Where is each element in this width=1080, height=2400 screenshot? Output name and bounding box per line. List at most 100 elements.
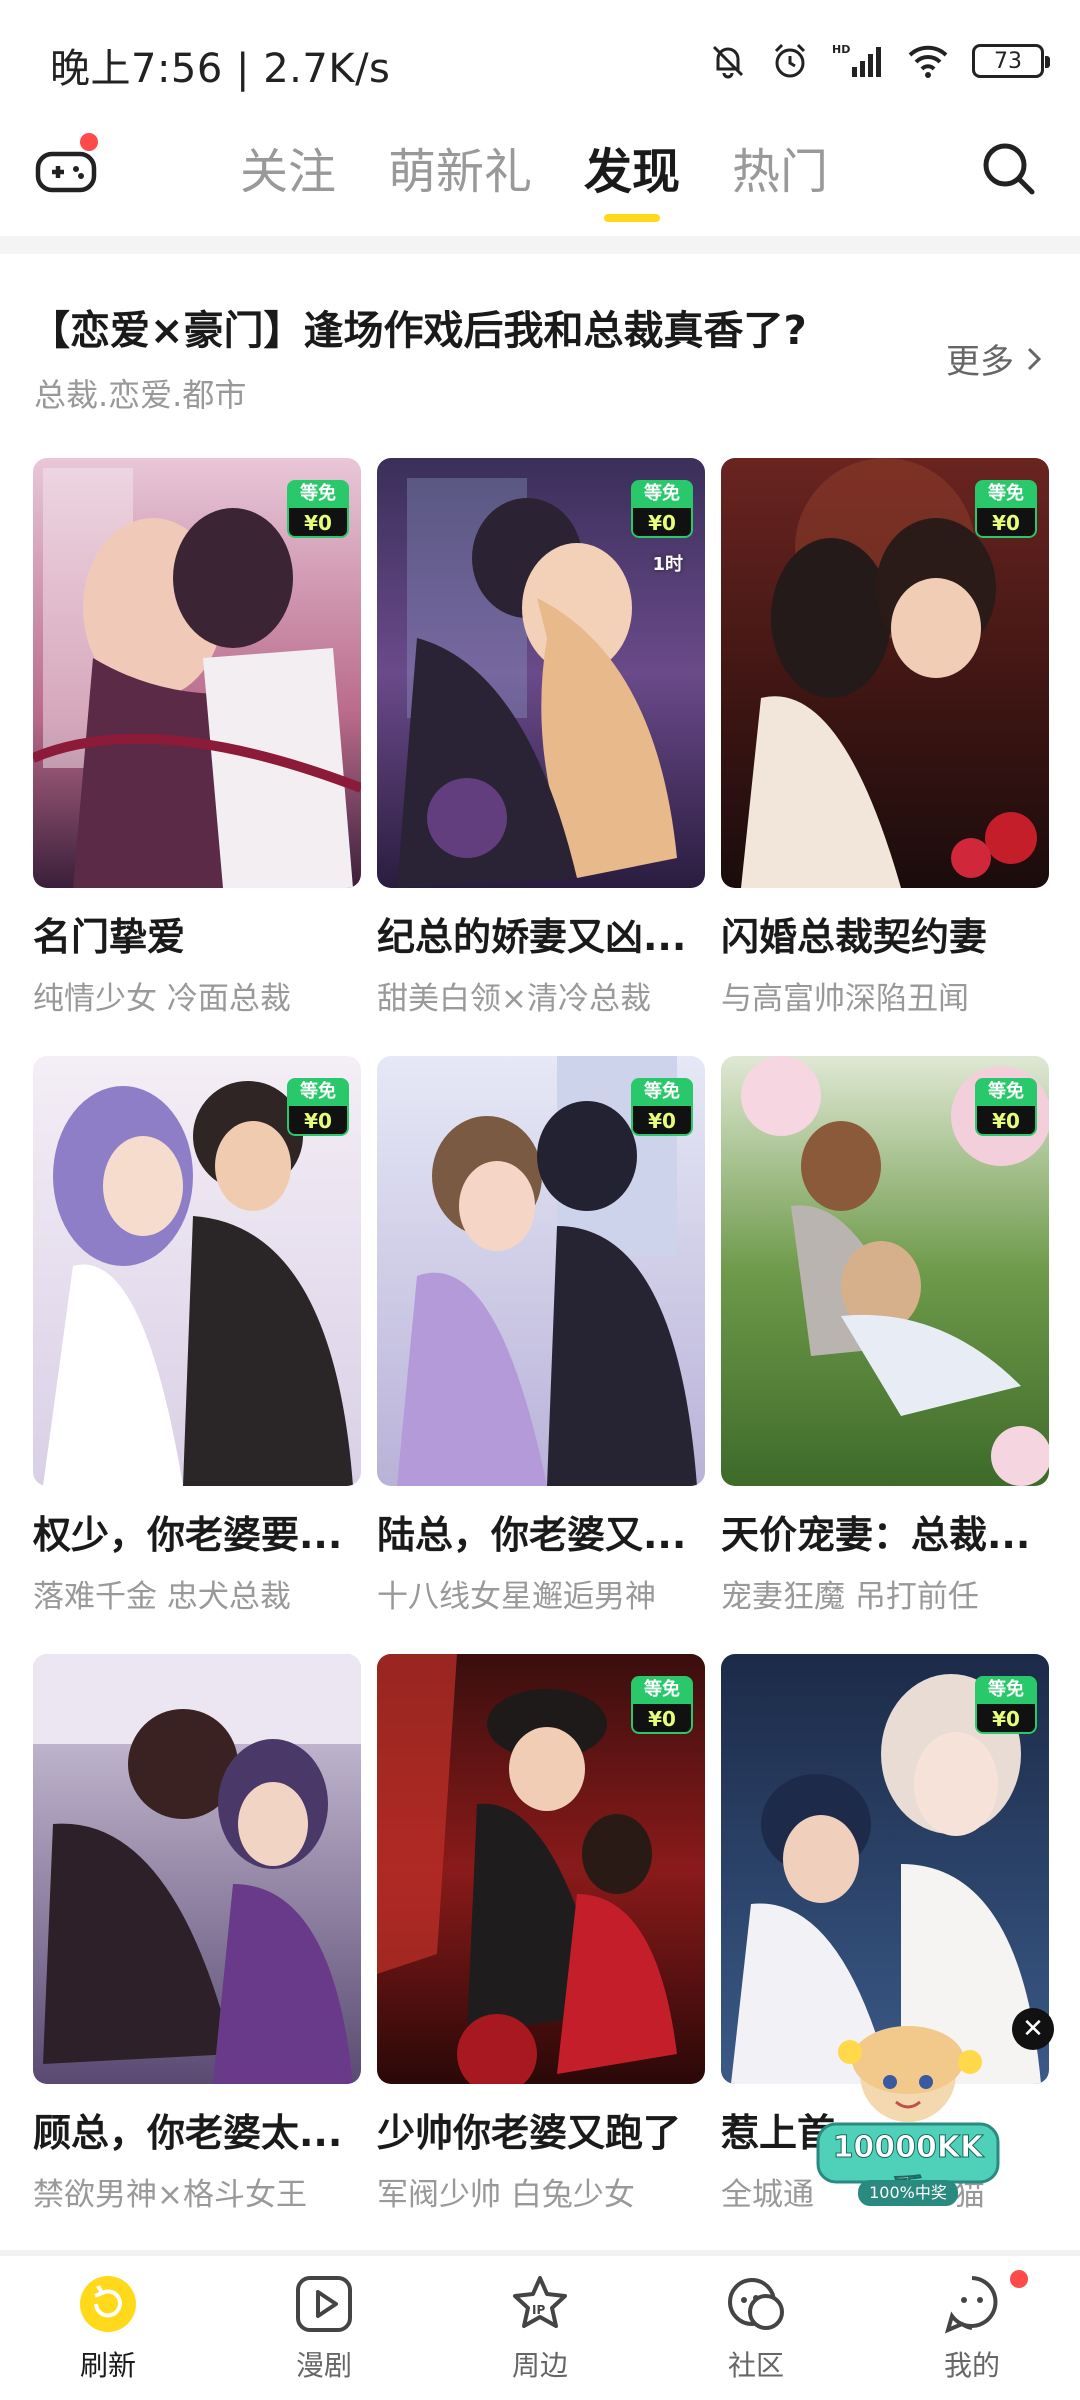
divider	[0, 236, 1080, 254]
section-title: 【恋爱×豪门】逢场作戏后我和总裁真香了?	[30, 308, 807, 354]
free-wait-badge: 等免 ¥0	[975, 480, 1037, 538]
comic-tags: 军阀少帅 白兔少女	[377, 2177, 635, 2213]
tab-follow[interactable]: 关注	[240, 132, 336, 212]
comic-cover: 等免 ¥0	[33, 1056, 361, 1486]
comic-card[interactable]: 等免 ¥0 天价宠妻：总裁... 宠妻狂魔 吊打前任	[721, 1056, 1049, 1654]
more-label: 更多	[946, 342, 1014, 382]
free-wait-badge: 等免 ¥0	[631, 480, 693, 538]
alarm-icon	[774, 43, 806, 78]
promo-floating-widget[interactable]: 10000KK币 100%中奖	[810, 2012, 1006, 2212]
comic-title: 陆总，你老婆又...	[377, 1513, 687, 1557]
comic-card[interactable]: 顾总，你老婆太... 禁欲男神×格斗女王	[33, 1654, 361, 2252]
comic-cover: 等免 ¥0	[33, 458, 361, 888]
nav-label: 周边	[511, 2349, 568, 2382]
comic-tags: 甜美白领×清冷总裁	[377, 981, 651, 1017]
nav-merch[interactable]: IP 周边	[432, 2256, 648, 2400]
comic-card[interactable]: 等免 ¥0 权少，你老婆要... 落难千金 忠犬总裁	[33, 1056, 361, 1654]
active-tab-indicator	[604, 214, 661, 222]
battery-indicator: 73	[972, 44, 1050, 78]
badge-price: ¥0	[975, 1106, 1037, 1136]
status-icons: HD 73	[708, 36, 1050, 86]
comic-title: 名门挚爱	[33, 915, 186, 959]
mute-bell-icon	[712, 45, 744, 79]
tab-label: 萌新礼	[388, 144, 533, 200]
comic-title: 顾总，你老婆太...	[33, 2111, 343, 2155]
comic-card[interactable]: 等免 ¥0 闪婚总裁契约妻 与高富帅深陷丑闻	[721, 458, 1049, 1056]
promo-subtext: 100%中奖	[858, 2180, 958, 2206]
chevron-right-icon	[1027, 347, 1042, 370]
svg-text:HD: HD	[832, 43, 850, 56]
comic-tags: 与高富帅深陷丑闻	[721, 981, 969, 1017]
close-promo-button[interactable]: ✕	[1012, 2008, 1054, 2050]
search-icon[interactable]	[976, 136, 1040, 200]
comic-tags: 十八线女星邂逅男神	[377, 1579, 656, 1615]
free-wait-badge: 等免 ¥0	[975, 1676, 1037, 1734]
top-tabs: 关注 萌新礼 发现 热门	[240, 132, 828, 222]
tab-newbie-gift[interactable]: 萌新礼	[388, 132, 532, 212]
tab-hot[interactable]: 热门	[732, 132, 828, 212]
badge-label: 等免	[631, 1676, 693, 1704]
cover-art	[33, 1654, 361, 2084]
badge-price: ¥0	[631, 508, 693, 538]
nav-community[interactable]: 社区	[648, 2256, 864, 2400]
nav-label: 社区	[727, 2349, 784, 2382]
section-subtitle: 总裁.恋爱.都市	[34, 376, 247, 414]
comic-grid: 等免 ¥0 名门挚爱 纯情少女 冷面总裁 等免 ¥0 1时 纪总的娇妻又凶...…	[33, 458, 1049, 2252]
comic-tags: 宠妻狂魔 吊打前任	[721, 1579, 979, 1615]
signal-hd-icon: HD	[832, 43, 881, 77]
badge-label: 等免	[631, 480, 693, 508]
ip-star-icon: IP	[513, 2276, 567, 2328]
status-time-speed: 晚上7:56 | 2.7K/s	[50, 46, 391, 92]
badge-label: 等免	[975, 480, 1037, 508]
nav-label: 刷新	[79, 2349, 136, 2382]
comic-card[interactable]: 等免 ¥0 名门挚爱 纯情少女 冷面总裁	[33, 458, 361, 1056]
notification-dot	[80, 133, 98, 151]
comic-card[interactable]: 等免 ¥0 少帅你老婆又跑了 军阀少帅 白兔少女	[377, 1654, 705, 2252]
tab-label: 热门	[732, 144, 829, 200]
comic-cover: 等免 ¥0	[721, 458, 1049, 888]
status-bar: 晚上7:56 | 2.7K/s HD 73	[0, 0, 1080, 120]
comic-title: 少帅你老婆又跑了	[377, 2111, 682, 2155]
community-icon	[728, 2278, 784, 2330]
tab-discover[interactable]: 发现	[584, 132, 680, 222]
comic-title: 权少，你老婆要...	[33, 1513, 343, 1557]
badge-label: 等免	[287, 1078, 349, 1106]
nav-label: 我的	[943, 2349, 1000, 2382]
free-wait-badge: 等免 ¥0	[631, 1078, 693, 1136]
battery-level: 73	[994, 48, 1022, 74]
tab-label: 关注	[240, 144, 337, 200]
badge-label: 等免	[631, 1078, 693, 1106]
nav-label: 漫剧	[295, 2349, 352, 2382]
profile-icon	[944, 2276, 998, 2334]
wifi-icon	[908, 45, 948, 78]
refresh-icon	[80, 2276, 136, 2332]
comic-tags: 纯情少女 冷面总裁	[33, 981, 291, 1017]
comic-cover: 等免 ¥0	[721, 1056, 1049, 1486]
comic-card[interactable]: 等免 ¥0 陆总，你老婆又... 十八线女星邂逅男神	[377, 1056, 705, 1654]
play-icon	[296, 2276, 352, 2332]
more-button[interactable]: 更多	[946, 334, 1044, 383]
comic-card[interactable]: 等免 ¥0 1时 纪总的娇妻又凶... 甜美白领×清冷总裁	[377, 458, 705, 1056]
badge-price: ¥0	[975, 1704, 1037, 1734]
badge-price: ¥0	[975, 508, 1037, 538]
comic-tags: 落难千金 忠犬总裁	[33, 1579, 291, 1615]
badge-label: 等免	[975, 1078, 1037, 1106]
comic-title: 纪总的娇妻又凶...	[377, 915, 687, 959]
svg-text:IP: IP	[532, 2303, 545, 2317]
badge-price: ¥0	[631, 1106, 693, 1136]
comic-cover: 等免 ¥0	[377, 1654, 705, 2084]
wait-time: 1时	[652, 554, 683, 575]
badge-label: 等免	[287, 480, 349, 508]
nav-refresh[interactable]: 刷新	[0, 2256, 216, 2400]
badge-label: 等免	[975, 1676, 1037, 1704]
nav-profile[interactable]: 我的	[864, 2256, 1080, 2400]
badge-price: ¥0	[287, 508, 349, 538]
nav-short-drama[interactable]: 漫剧	[216, 2256, 432, 2400]
bottom-nav: 刷新 漫剧 IP 周边 社区 我的	[0, 2256, 1080, 2400]
notification-dot	[1010, 2270, 1028, 2288]
badge-price: ¥0	[631, 1704, 693, 1734]
comic-cover	[33, 1654, 361, 2084]
badge-price: ¥0	[287, 1106, 349, 1136]
comic-cover: 等免 ¥0 1时	[377, 458, 705, 888]
comic-cover: 等免 ¥0	[377, 1056, 705, 1486]
